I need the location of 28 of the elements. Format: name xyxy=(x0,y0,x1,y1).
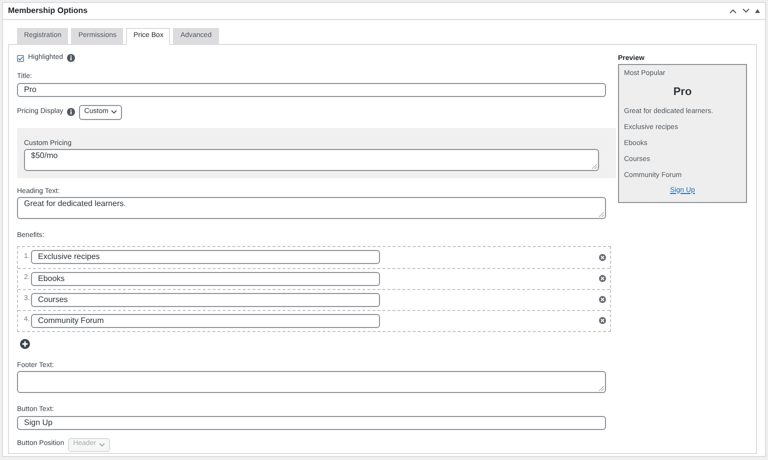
plan-name: Pro xyxy=(672,85,693,100)
benefit-input[interactable]: Courses xyxy=(31,292,380,306)
benefit-input[interactable]: Exclusive recipes xyxy=(31,250,380,264)
add-icon[interactable] xyxy=(20,338,30,348)
remove-icon[interactable] xyxy=(599,254,606,260)
chevron-down-icon xyxy=(742,8,750,14)
benefit-input[interactable]: Ebooks xyxy=(31,272,380,286)
caret-down-icon xyxy=(111,110,118,114)
heading-text-input[interactable]: Great for dedicated learners. xyxy=(17,197,606,219)
info-icon xyxy=(67,54,76,62)
custom-pricing-input[interactable]: $50/mo xyxy=(24,149,599,171)
triangle-up-icon xyxy=(755,9,760,13)
resize-grip-icon xyxy=(599,386,604,391)
info-icon xyxy=(67,108,76,116)
button-text-input[interactable]: Sign Up xyxy=(17,416,606,430)
footer-text-input[interactable] xyxy=(17,371,606,393)
remove-icon[interactable] xyxy=(599,296,606,303)
resize-grip-icon xyxy=(599,212,604,217)
remove-icon[interactable] xyxy=(599,317,606,324)
title-input[interactable]: Pro xyxy=(17,82,606,96)
panel-title: Membership Options xyxy=(8,5,88,17)
benefit-input[interactable]: Community Forum xyxy=(31,314,380,328)
check-icon xyxy=(18,56,23,60)
caret-down-icon xyxy=(99,442,106,446)
chevron-up-icon xyxy=(729,8,737,14)
resize-grip-icon xyxy=(592,164,597,169)
checkbox[interactable] xyxy=(17,54,24,62)
remove-icon[interactable] xyxy=(599,275,606,282)
